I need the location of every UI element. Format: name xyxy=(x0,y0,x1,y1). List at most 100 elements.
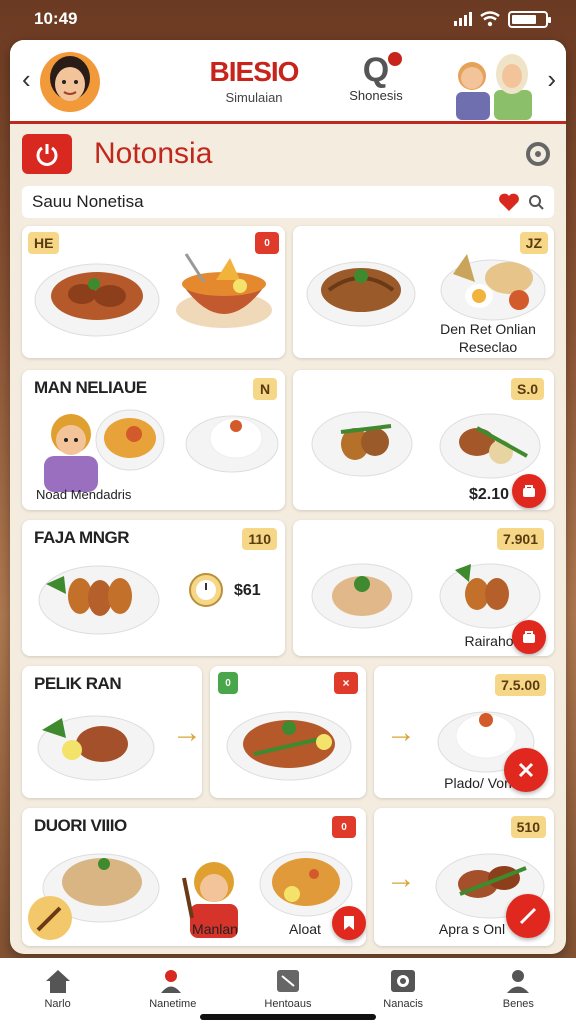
food-card[interactable]: PELIK RAN → xyxy=(22,666,202,798)
fried-dish-image xyxy=(311,411,413,477)
food-card[interactable]: FAJA MNGR 110 $61 xyxy=(22,520,285,656)
status-icons xyxy=(454,10,551,28)
card-title: FAJA MNGR xyxy=(34,528,130,547)
avatar[interactable] xyxy=(40,48,100,114)
grilled-chicken-image xyxy=(37,715,155,781)
signal-icon xyxy=(454,12,472,26)
card-caption: Den Ret Onlian Reseclao xyxy=(440,321,536,355)
food-card[interactable]: HE 0 xyxy=(22,226,285,358)
price-label: $61 xyxy=(234,582,261,599)
food-card[interactable]: JZ Den Ret Onlian Reseclao xyxy=(293,226,554,358)
timer-icon xyxy=(189,573,223,607)
card-badge: S.0 xyxy=(510,378,544,400)
egg-plate-image xyxy=(440,254,546,321)
rice-plate-image xyxy=(185,415,279,473)
remove-button[interactable] xyxy=(504,748,548,792)
pencil-icon xyxy=(519,907,537,925)
card-caption: Apra s Onl xyxy=(438,921,506,937)
tab-label: Nanetime xyxy=(149,998,197,1010)
food-card[interactable]: MAN NELIAUE N Noad Mendadris xyxy=(22,370,285,510)
tab-label: Hentoaus xyxy=(264,998,312,1010)
brand-subtitle: Simulaian xyxy=(225,90,283,105)
gear-icon[interactable] xyxy=(524,140,552,168)
home-icon xyxy=(45,970,70,993)
bookmark-button[interactable] xyxy=(332,906,366,940)
page-title: Notonsia xyxy=(94,137,213,170)
battery-icon xyxy=(508,10,551,28)
secondary-logo[interactable]: Q Shonesis xyxy=(346,52,406,103)
tab-profile[interactable]: Nanetime xyxy=(123,968,223,1010)
card-caption-secondary: Aloat xyxy=(289,921,321,937)
food-card[interactable]: 510 → Apra s Onl xyxy=(374,808,554,946)
brand-title: BIESIO xyxy=(209,56,300,87)
card-badge: 0 xyxy=(218,672,238,694)
noodle-dish-image xyxy=(306,261,416,327)
card-badge: N xyxy=(253,378,277,400)
food-card[interactable]: DUORI VIIIO 0 Manlan Aloat xyxy=(22,808,366,946)
card-caption: Noad Mendadris xyxy=(36,487,132,502)
person-icon xyxy=(507,970,530,993)
heart-icon[interactable] xyxy=(498,192,520,212)
home-indicator[interactable] xyxy=(200,1014,376,1020)
tab-label: Benes xyxy=(502,998,534,1010)
status-time: 10:49 xyxy=(34,9,78,28)
tab-account[interactable]: Benes xyxy=(468,968,568,1010)
cart-icon xyxy=(523,485,535,497)
sauce-bowl-image xyxy=(95,409,165,471)
fried-chicken-image xyxy=(38,565,160,635)
bookmark-icon xyxy=(344,916,354,930)
food-card[interactable]: 7.901 Rairaho xyxy=(293,520,554,656)
card-badge: 7.5.00 xyxy=(495,674,546,696)
food-card[interactable]: 0 × xyxy=(210,666,366,798)
tab-menu[interactable]: Hentoaus xyxy=(238,968,338,1010)
tab-home[interactable]: Narlo xyxy=(8,968,108,1010)
card-badge: 510 xyxy=(510,816,546,838)
header: ‹ BIESIO Simulaian Q Shonesis › xyxy=(10,40,566,124)
tab-label: Nanacis xyxy=(383,998,424,1010)
stir-fry-dish-image xyxy=(226,711,352,781)
title-bar: Notonsia xyxy=(10,124,566,184)
tab-dishes[interactable]: Nanacis xyxy=(353,968,453,1010)
food-card[interactable]: S.0 $2.10 xyxy=(293,370,554,510)
close-icon xyxy=(518,762,534,778)
curry-dish-image xyxy=(34,263,160,337)
soup-bowl-image xyxy=(176,253,272,328)
chicken-dish-image xyxy=(439,413,541,479)
grid-icon xyxy=(391,970,416,992)
tab-label: Narlo xyxy=(44,998,71,1010)
secondary-label: Shonesis xyxy=(349,88,403,103)
card-badge: 0 xyxy=(332,816,356,838)
search-icon[interactable] xyxy=(528,194,544,210)
search-input[interactable]: Sauu Nonetisa xyxy=(32,192,144,212)
status-bar: 10:49 xyxy=(0,0,576,38)
power-icon[interactable] xyxy=(22,134,72,174)
q-logo-icon: Q xyxy=(346,52,406,88)
forward-arrow-icon[interactable]: › xyxy=(547,64,556,95)
food-card[interactable]: 7.5.00 → Plado/ Vori xyxy=(374,666,554,798)
card-caption: Rairaho xyxy=(464,633,514,649)
edit-button[interactable] xyxy=(506,894,550,938)
app-window: ‹ BIESIO Simulaian Q Shonesis › Notonsia… xyxy=(10,40,566,954)
arrow-right-icon: → xyxy=(386,862,416,895)
add-to-cart-button[interactable] xyxy=(512,474,546,508)
spoon-icon[interactable] xyxy=(26,894,74,942)
brand-logo: BIESIO Simulaian xyxy=(194,56,314,105)
card-badge: 7.901 xyxy=(496,528,544,550)
cart-icon xyxy=(523,631,535,643)
price-label: $2.10 xyxy=(469,486,510,503)
dumpling-dish-image xyxy=(311,563,413,629)
card-caption: Manlan xyxy=(192,921,238,937)
wifi-icon xyxy=(480,11,500,27)
menu-card-icon xyxy=(276,970,299,992)
user-icon xyxy=(160,970,181,993)
card-title: PELIK RAN xyxy=(34,674,122,693)
arrow-right-icon: → xyxy=(172,716,202,749)
card-title: DUORI VIIIO xyxy=(34,816,127,835)
back-arrow-icon[interactable]: ‹ xyxy=(22,64,31,95)
arrow-right-icon: → xyxy=(386,716,416,749)
close-badge[interactable]: × xyxy=(334,672,358,694)
search-bar[interactable]: Sauu Nonetisa xyxy=(22,186,554,218)
add-to-cart-button[interactable] xyxy=(512,620,546,654)
card-title: MAN NELIAUE xyxy=(34,378,147,397)
card-badge: 110 xyxy=(242,528,277,550)
